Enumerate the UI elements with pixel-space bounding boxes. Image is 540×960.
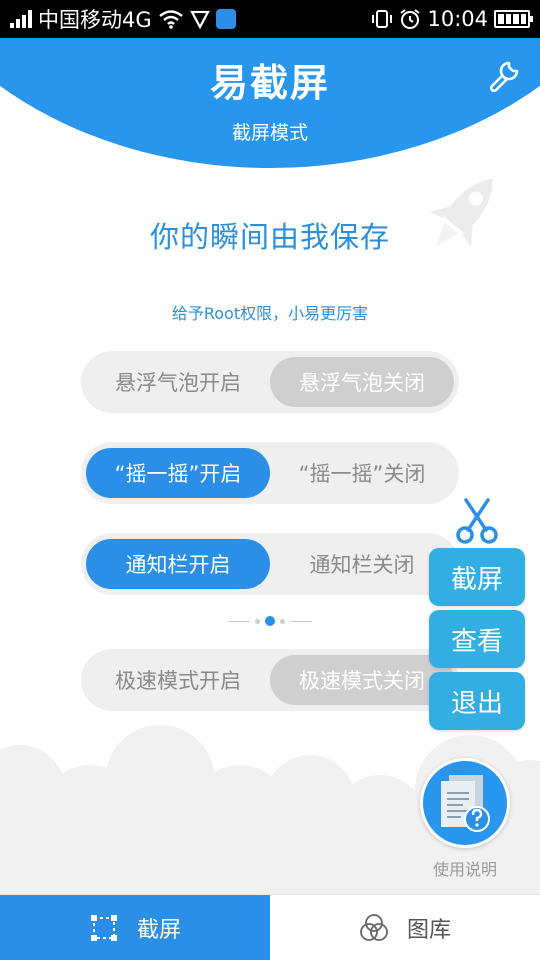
tab-gallery-label: 图库: [406, 917, 451, 943]
notification-off-option[interactable]: 通知栏关闭: [270, 539, 454, 589]
float-bubble-toggle: 悬浮气泡开启 悬浮气泡关闭: [81, 351, 459, 413]
speed-mode-toggle: 极速模式开启 极速模式关闭: [81, 649, 459, 711]
status-bar: 中国移动4G 10:04: [0, 0, 540, 38]
float-capture-button[interactable]: 截屏: [429, 548, 525, 606]
root-permission-hint[interactable]: 给予Root权限，小易更厉害: [0, 300, 540, 324]
wifi-icon: [158, 10, 183, 29]
wrench-icon: [489, 61, 519, 93]
float-exit-button[interactable]: 退出: [429, 672, 525, 730]
alarm-icon: [400, 9, 421, 29]
help-label: 使用说明: [432, 860, 497, 879]
screenshot-frame-icon: [89, 913, 119, 943]
tagline: 你的瞬间由我保存: [149, 220, 390, 254]
shake-toggle: “摇一摇”开启 “摇一摇”关闭: [81, 442, 459, 504]
speed-mode-off-option[interactable]: 极速模式关闭: [270, 655, 454, 705]
tab-screenshot-label: 截屏: [136, 917, 181, 943]
notification-on-option[interactable]: 通知栏开启: [86, 539, 270, 589]
gallery-circles-icon: [359, 913, 389, 943]
signal-icon: [10, 10, 32, 28]
bottom-navigation: 截屏 图库: [0, 894, 540, 960]
vpn-shield-icon: [189, 10, 210, 29]
app-title: 易截屏: [209, 61, 330, 105]
float-bubble-off-option[interactable]: 悬浮气泡关闭: [270, 357, 454, 407]
status-left: 中国移动4G: [10, 4, 236, 34]
speed-mode-on-option[interactable]: 极速模式开启: [86, 655, 270, 705]
app-header: 易截屏 截屏模式: [0, 38, 540, 168]
shake-on-option[interactable]: “摇一摇”开启: [86, 448, 270, 498]
pager-line: [290, 620, 312, 622]
clock-time: 10:04: [427, 7, 488, 31]
page-indicator: [228, 614, 312, 628]
float-bubble-on-option[interactable]: 悬浮气泡开启: [86, 357, 270, 407]
tab-screenshot[interactable]: 截屏: [0, 895, 270, 960]
help-button[interactable]: [420, 758, 510, 848]
pager-dot: [255, 618, 260, 624]
pager-line: [228, 620, 250, 622]
vibrate-icon: [372, 10, 393, 28]
float-view-button[interactable]: 查看: [429, 610, 525, 668]
tab-gallery[interactable]: 图库: [270, 895, 540, 960]
carrier-label: 中国移动4G: [38, 8, 152, 32]
pager-dot: [280, 618, 285, 624]
notification-toggle: 通知栏开启 通知栏关闭: [81, 533, 459, 595]
document-help-icon: [441, 775, 490, 832]
mode-subtitle: 截屏模式: [231, 122, 308, 144]
app-notification-icon: [215, 9, 236, 29]
pager-dot-active: [265, 616, 275, 626]
shake-off-option[interactable]: “摇一摇”关闭: [270, 448, 454, 498]
battery-icon: [494, 10, 533, 28]
scissors-icon[interactable]: [452, 496, 502, 546]
settings-button[interactable]: [486, 58, 522, 94]
status-right: 10:04: [371, 7, 533, 31]
